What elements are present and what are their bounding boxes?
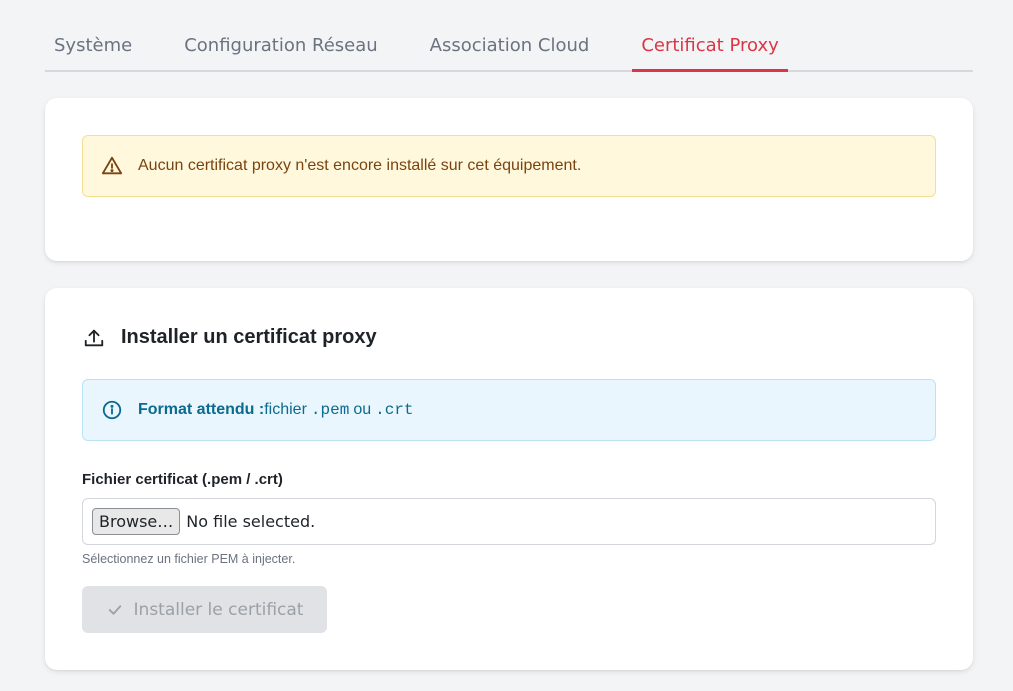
tab-label: Système — [54, 34, 133, 56]
install-certificate-button[interactable]: Installer le certificat — [82, 586, 327, 633]
info-text: fichier — [264, 401, 307, 418]
install-button-label: Installer le certificat — [133, 599, 304, 620]
tab-systeme[interactable]: Système — [45, 20, 141, 70]
tab-configuration-reseau[interactable]: Configuration Réseau — [175, 20, 386, 70]
section-title: Installer un certificat proxy — [83, 326, 377, 349]
browse-button[interactable]: Browse… — [92, 508, 181, 535]
install-certificate-card: Installer un certificat proxy Format att… — [45, 288, 973, 670]
tab-label: Association Cloud — [429, 34, 590, 56]
file-field-label: Fichier certificat (.pem / .crt) — [82, 471, 283, 488]
format-info-alert: Format attendu : fichier .pem ou .crt — [82, 379, 936, 441]
format-crt: .crt — [375, 401, 414, 419]
tab-label: Certificat Proxy — [641, 34, 779, 56]
certificate-status-card: Aucun certificat proxy n'est encore inst… — [45, 98, 973, 261]
check-icon — [106, 601, 124, 619]
tab-certificat-proxy[interactable]: Certificat Proxy — [632, 20, 789, 72]
info-strong-label: Format attendu : — [138, 401, 265, 418]
tab-association-cloud[interactable]: Association Cloud — [421, 20, 599, 70]
info-circle-icon — [101, 399, 123, 421]
settings-tabs: Système Configuration Réseau Association… — [45, 20, 973, 72]
section-title-text: Installer un certificat proxy — [121, 326, 377, 348]
file-status: No file selected. — [186, 512, 316, 531]
warning-triangle-icon — [101, 155, 123, 177]
upload-icon — [83, 327, 105, 349]
warning-text: Aucun certificat proxy n'est encore inst… — [138, 157, 582, 174]
file-help-text: Sélectionnez un fichier PEM à injecter. — [82, 552, 296, 566]
tab-label: Configuration Réseau — [184, 34, 378, 56]
format-pem: .pem — [310, 401, 350, 419]
certificate-file-input[interactable]: Browse… No file selected. — [82, 498, 936, 545]
no-certificate-warning: Aucun certificat proxy n'est encore inst… — [82, 135, 936, 197]
info-text-or: ou — [353, 401, 372, 418]
